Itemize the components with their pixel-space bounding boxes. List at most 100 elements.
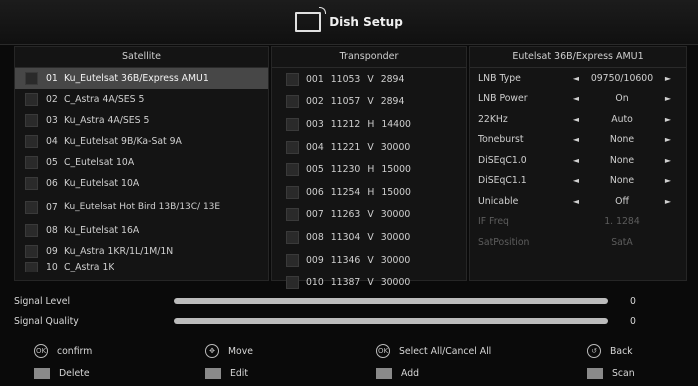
tp-sr: 30000 [380, 277, 411, 289]
ok-icon: OK [376, 344, 390, 358]
arrow-left-icon[interactable]: ◄ [572, 156, 580, 165]
transponder-item[interactable]: 010 11387 V 30000 [272, 271, 466, 294]
satellite-item[interactable]: 09 Ku_Astra 1KR/1L/1M/1N [15, 241, 268, 262]
setting-value: On [615, 93, 629, 105]
satellite-item[interactable]: 05 C_Eutelsat 10A [15, 152, 268, 173]
satellite-num: 01 [46, 73, 58, 84]
arrow-left-icon[interactable]: ◄ [572, 135, 580, 144]
transponder-checkbox[interactable] [286, 230, 299, 244]
transponder-item[interactable]: 003 11212 H 14400 [272, 113, 466, 136]
add-button[interactable]: Add [376, 368, 419, 379]
transponder-checkbox[interactable] [286, 72, 299, 86]
satellite-name: Ku_Eutelsat 9B/Ka-Sat 9A [64, 136, 182, 147]
arrow-right-icon[interactable]: ► [664, 197, 672, 206]
satellite-item[interactable]: 01 Ku_Eutelsat 36B/Express AMU1 [15, 68, 268, 89]
setting-unicable[interactable]: Unicable ◄ Off ► [470, 191, 686, 212]
transponder-checkbox[interactable] [286, 276, 299, 290]
transponder-item[interactable]: 007 11263 V 30000 [272, 204, 466, 227]
setting-value: Off [615, 195, 629, 207]
satellite-item[interactable]: 10 C_Astra 1K [15, 262, 268, 272]
satellite-checkbox[interactable] [25, 114, 38, 127]
move-hint[interactable]: ✥ Move [205, 344, 253, 358]
satellite-item[interactable]: 06 Ku_Eutelsat 10A [15, 173, 268, 194]
transponder-item[interactable]: 006 11254 H 15000 [272, 181, 466, 204]
tp-sr: 30000 [380, 231, 411, 243]
tp-sr: 15000 [381, 164, 411, 176]
satellite-checkbox[interactable] [25, 177, 38, 190]
transponder-item[interactable]: 008 11304 V 30000 [272, 226, 466, 249]
arrow-left-icon[interactable]: ◄ [572, 74, 580, 83]
green-key-icon [205, 368, 221, 379]
satellite-num: 06 [46, 178, 58, 189]
transponder-checkbox[interactable] [286, 185, 299, 199]
setting-sat-position: SatPosition SatA [470, 232, 686, 253]
tp-sr: 2894 [380, 73, 405, 85]
satellite-item[interactable]: 07 Ku_Eutelsat Hot Bird 13B/13C/ 13E [15, 194, 268, 220]
scan-button[interactable]: Scan [587, 368, 635, 379]
transponder-item[interactable]: 009 11346 V 30000 [272, 249, 466, 272]
setting-diseqc10[interactable]: DiSEqC1.0 ◄ None ► [470, 150, 686, 171]
satellite-num: 03 [46, 115, 58, 126]
blue-key-icon [587, 368, 603, 379]
arrow-left-icon[interactable]: ◄ [572, 94, 580, 103]
setting-if-freq: IF Freq 1. 1284 [470, 212, 686, 233]
transponder-checkbox[interactable] [286, 208, 299, 222]
satellite-checkbox[interactable] [25, 262, 38, 272]
transponder-item[interactable]: 001 11053 V 2894 [272, 68, 466, 91]
transponder-checkbox[interactable] [286, 95, 299, 109]
arrow-right-icon[interactable]: ► [664, 135, 672, 144]
setting-label: IF Freq [478, 216, 509, 228]
transponder-item[interactable]: 002 11057 V 2894 [272, 91, 466, 114]
satellite-checkbox[interactable] [25, 72, 38, 85]
arrow-right-icon[interactable]: ► [664, 74, 672, 83]
satellite-item[interactable]: 08 Ku_Eutelsat 16A [15, 220, 268, 241]
transponder-checkbox[interactable] [286, 163, 299, 177]
tp-num: 006 [306, 186, 324, 198]
back-hint[interactable]: ↺ Back [587, 344, 633, 358]
confirm-hint[interactable]: OK confirm [34, 344, 92, 358]
satellite-name: C_Eutelsat 10A [64, 157, 135, 168]
tp-sr: 15000 [381, 186, 411, 198]
setting-toneburst[interactable]: Toneburst ◄ None ► [470, 130, 686, 151]
satellite-checkbox[interactable] [25, 200, 38, 214]
tp-num: 007 [306, 209, 324, 221]
arrow-right-icon[interactable]: ► [664, 94, 672, 103]
ok-icon: OK [34, 344, 48, 358]
satellite-checkbox[interactable] [25, 245, 38, 258]
setting-lnb-type[interactable]: LNB Type ◄ 09750/10600 ► [470, 68, 686, 89]
transponder-checkbox[interactable] [286, 253, 299, 267]
satellite-num: 10 [46, 262, 58, 272]
setting-22khz[interactable]: 22KHz ◄ Auto ► [470, 109, 686, 130]
setting-value: 1. 1284 [604, 216, 640, 228]
settings-heading: Eutelsat 36B/Express AMU1 [470, 47, 686, 68]
satellite-name: Ku_Eutelsat 10A [64, 178, 140, 189]
arrow-right-icon[interactable]: ► [664, 176, 672, 185]
tp-num: 003 [306, 118, 324, 130]
transponder-checkbox[interactable] [286, 140, 299, 154]
satellite-item[interactable]: 02 C_Astra 4A/SES 5 [15, 89, 268, 110]
satellite-num: 09 [46, 246, 58, 257]
arrow-right-icon[interactable]: ► [664, 115, 672, 124]
select-all-hint[interactable]: OK Select All/Cancel All [376, 344, 491, 358]
arrow-left-icon[interactable]: ◄ [572, 197, 580, 206]
satellite-checkbox[interactable] [25, 224, 38, 237]
arrow-left-icon[interactable]: ◄ [572, 115, 580, 124]
tp-freq: 11221 [330, 141, 361, 153]
delete-button[interactable]: Delete [34, 368, 90, 379]
satellite-checkbox[interactable] [25, 135, 38, 148]
transponder-heading: Transponder [272, 47, 466, 68]
satellite-item[interactable]: 03 Ku_Astra 4A/SES 5 [15, 110, 268, 131]
setting-diseqc11[interactable]: DiSEqC1.1 ◄ None ► [470, 171, 686, 192]
satellite-checkbox[interactable] [25, 156, 38, 169]
transponder-checkbox[interactable] [286, 117, 299, 131]
edit-button[interactable]: Edit [205, 368, 248, 379]
satellite-checkbox[interactable] [25, 93, 38, 106]
red-key-icon [34, 368, 50, 379]
setting-lnb-power[interactable]: LNB Power ◄ On ► [470, 89, 686, 110]
arrow-right-icon[interactable]: ► [664, 156, 672, 165]
transponder-item[interactable]: 004 11221 V 30000 [272, 136, 466, 159]
satellite-item[interactable]: 04 Ku_Eutelsat 9B/Ka-Sat 9A [15, 131, 268, 152]
arrow-left-icon[interactable]: ◄ [572, 176, 580, 185]
transponder-panel: Transponder 001 11053 V 2894 002 11057 V 2894 … [271, 46, 467, 290]
transponder-item[interactable]: 005 11230 H 15000 [272, 158, 466, 181]
